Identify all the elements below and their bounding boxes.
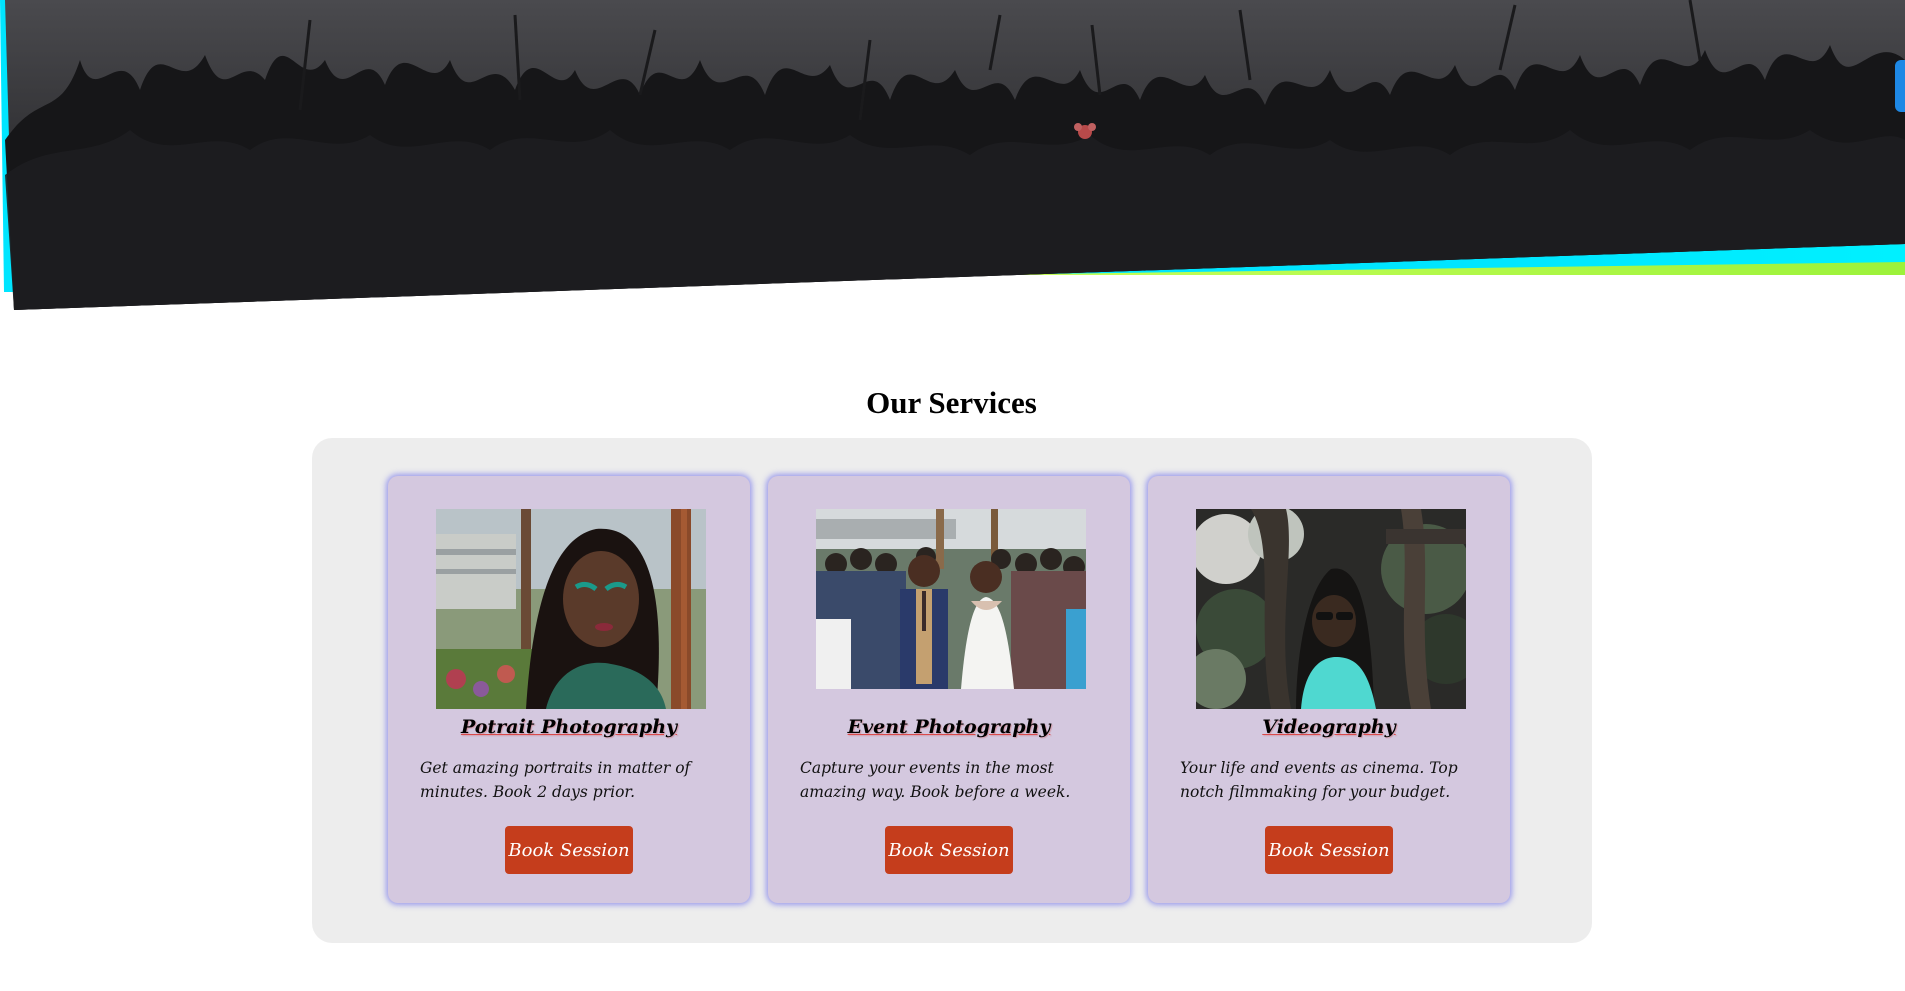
hero-banner: [0, 0, 1905, 320]
event-photo: [816, 509, 1086, 689]
hero-background-image: [0, 0, 1905, 310]
videography-photo: [1196, 509, 1466, 709]
service-card-event: Event Photography Capture your events in…: [768, 476, 1130, 903]
card-description: Get amazing portraits in matter of minut…: [420, 759, 691, 801]
portrait-photo: [436, 509, 706, 709]
services-title: Our Services: [866, 385, 1037, 420]
card-description: Your life and events as cinema. Top notc…: [1180, 759, 1458, 801]
card-description: Capture your events in the most amazing …: [800, 759, 1071, 801]
services-panel: Potrait Photography Get amazing portrait…: [312, 438, 1592, 943]
book-session-button[interactable]: Book Session: [885, 826, 1013, 874]
service-card-videography: Videography Your life and events as cine…: [1148, 476, 1510, 903]
service-card-portrait: Potrait Photography Get amazing portrait…: [388, 476, 750, 903]
book-session-button[interactable]: Book Session: [505, 826, 633, 874]
book-session-button[interactable]: Book Session: [1265, 826, 1393, 874]
card-title: Videography: [1262, 716, 1396, 738]
side-scroll-tab[interactable]: [1895, 60, 1905, 112]
card-title: Event Photography: [847, 716, 1051, 738]
card-title: Potrait Photography: [460, 716, 678, 738]
